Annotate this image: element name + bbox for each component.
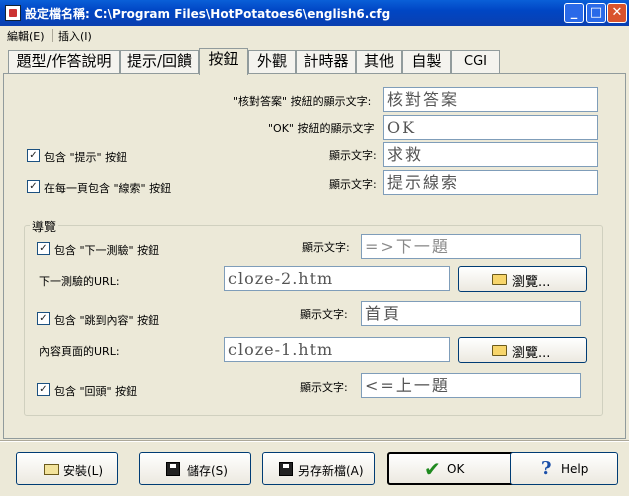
hint-checkbox-label: 包含 "提示" 按鈕: [44, 151, 128, 164]
folder-icon: [492, 274, 507, 285]
checkmark-icon: ✔: [424, 457, 441, 481]
browse-contents-label: 瀏覽...: [512, 346, 551, 361]
floppy-disk-icon: [279, 462, 293, 476]
window-title: 設定檔名稱: C:\Program Files\HotPotatoes6\eng…: [25, 7, 391, 21]
install-icon: [44, 464, 59, 475]
install-label: 安裝(L): [63, 464, 104, 478]
navigation-group-title: 導覽: [30, 218, 59, 235]
menu-insert[interactable]: 插入(I): [58, 28, 92, 44]
folder-icon: [492, 345, 507, 356]
tab-question-type[interactable]: 題型/作答說明: [8, 50, 120, 73]
next-text-field[interactable]: =>下一題: [361, 234, 581, 259]
browse-next-label: 瀏覽...: [512, 275, 551, 290]
app-icon: [5, 5, 21, 21]
title-bar: 設定檔名稱: C:\Program Files\HotPotatoes6\eng…: [0, 0, 629, 26]
hint-text-field[interactable]: 求救: [383, 142, 598, 167]
next-url-field[interactable]: cloze-2.htm: [224, 266, 450, 291]
install-button[interactable]: 安裝(L): [16, 452, 118, 485]
ok-button-label: "OK" 按紐的顯示文字: [268, 122, 375, 135]
back-checkbox-label: 包含 "回頭" 按鈕: [54, 385, 138, 398]
tab-other[interactable]: 其他: [356, 50, 402, 73]
ok-button-field[interactable]: OK: [383, 115, 598, 140]
contents-checkbox-label: 包含 "跳到內容" 按鈕: [54, 314, 160, 327]
separator-line: [0, 440, 629, 442]
menu-edit[interactable]: 編輯(E): [7, 28, 45, 44]
question-mark-icon: ?: [541, 458, 552, 479]
save-label: 儲存(S): [187, 464, 228, 478]
next-text-label: 顯示文字:: [302, 241, 350, 254]
check-answer-label: "核對答案" 按紐的顯示文字:: [233, 95, 372, 108]
minimize-button[interactable]: _: [564, 3, 584, 23]
clue-text-field[interactable]: 提示線索: [383, 170, 598, 195]
tab-appearance[interactable]: 外觀: [248, 50, 296, 73]
contents-url-field[interactable]: cloze-1.htm: [224, 337, 450, 362]
contents-url-label: 內容頁面的URL:: [39, 345, 120, 358]
ok-label: OK: [447, 462, 465, 476]
help-label: Help: [561, 462, 589, 476]
hint-checkbox[interactable]: ✓: [27, 149, 40, 162]
menu-bar: 編輯(E) 插入(I): [0, 26, 629, 44]
next-url-label: 下一測驗的URL:: [39, 275, 120, 288]
check-answer-field[interactable]: 核對答案: [383, 87, 598, 112]
browse-next-button[interactable]: 瀏覽...: [458, 266, 587, 292]
tab-timer[interactable]: 計時器: [296, 50, 356, 73]
next-exercise-checkbox-label: 包含 "下一測驗" 按鈕: [54, 244, 160, 257]
close-button[interactable]: ✕: [607, 3, 627, 23]
floppy-disk-icon: [166, 462, 180, 476]
clue-checkbox-label: 在每一頁包含 "線索" 按鈕: [44, 182, 172, 195]
contents-text-label: 顯示文字:: [300, 308, 348, 321]
clue-checkbox[interactable]: ✓: [27, 180, 40, 193]
contents-checkbox[interactable]: ✓: [37, 312, 50, 325]
help-button[interactable]: ? Help: [510, 452, 618, 485]
next-exercise-checkbox[interactable]: ✓: [37, 242, 50, 255]
tab-custom[interactable]: 自製: [402, 50, 451, 73]
tab-hints-feedback[interactable]: 提示/回饋: [120, 50, 199, 73]
tab-buttons[interactable]: 按鈕: [199, 48, 248, 75]
tab-cgi[interactable]: CGI: [451, 50, 500, 73]
save-button[interactable]: 儲存(S): [139, 452, 251, 485]
back-text-field[interactable]: <=上一題: [361, 373, 581, 398]
back-text-label: 顯示文字:: [300, 381, 348, 394]
back-checkbox[interactable]: ✓: [37, 383, 50, 396]
maximize-button[interactable]: □: [586, 3, 606, 23]
clue-text-label: 顯示文字:: [329, 178, 377, 191]
save-as-button[interactable]: 另存新檔(A): [262, 452, 375, 485]
contents-text-field[interactable]: 首頁: [361, 301, 581, 326]
save-as-label: 另存新檔(A): [298, 464, 364, 478]
browse-contents-button[interactable]: 瀏覽...: [458, 337, 587, 363]
menu-separator: [52, 29, 53, 42]
hint-text-label: 顯示文字:: [329, 149, 377, 162]
ok-button[interactable]: ✔ OK: [387, 452, 524, 485]
